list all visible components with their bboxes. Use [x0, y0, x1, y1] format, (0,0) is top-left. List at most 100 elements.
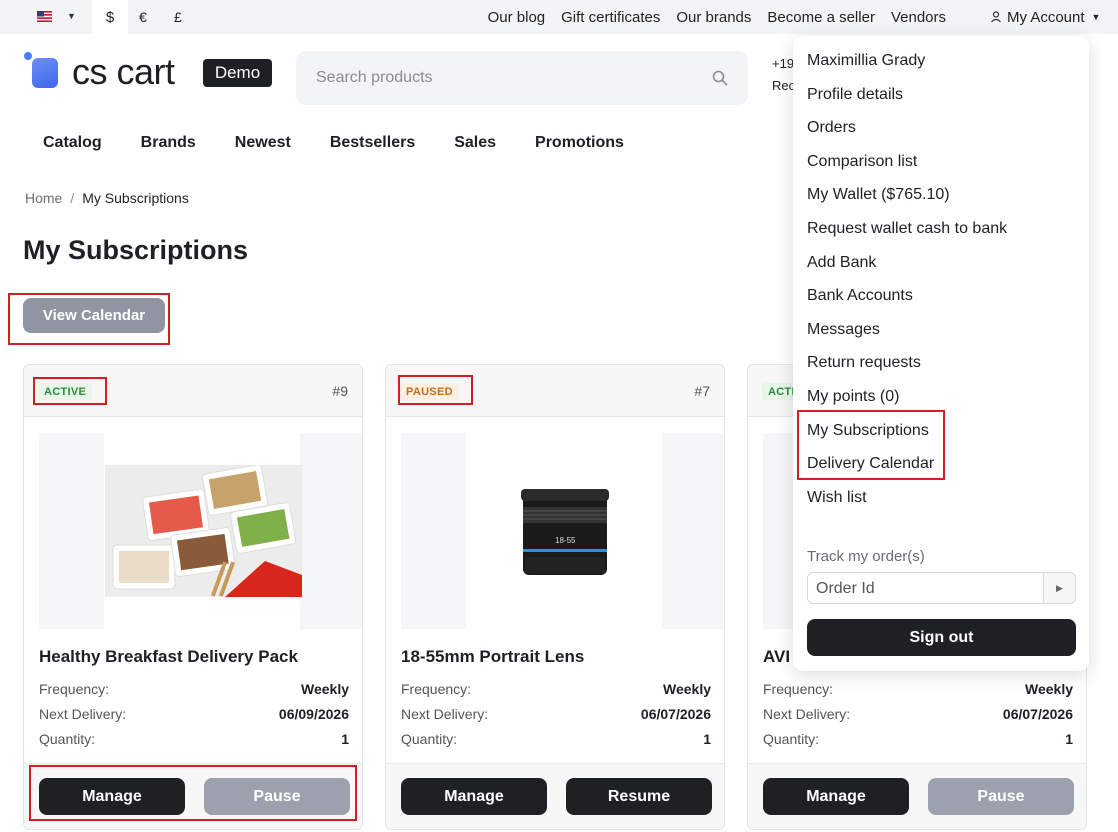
nav-promotions[interactable]: Promotions [535, 134, 624, 152]
card-actions: Manage Pause [24, 763, 362, 829]
subscription-number: #9 [332, 383, 348, 399]
menu-user-name: Maximillia Grady [807, 52, 926, 69]
image-frame-right [300, 433, 362, 629]
menu-return-requests[interactable]: Return requests [807, 354, 921, 372]
my-account-button[interactable]: My Account ▼ [990, 0, 1100, 34]
logo-dot [24, 52, 32, 60]
user-icon [991, 11, 1001, 23]
next-delivery-value: 06/07/2026 [1002, 706, 1073, 722]
search-icon[interactable] [712, 70, 728, 86]
menu-my-subscriptions[interactable]: My Subscriptions [807, 422, 929, 440]
demo-badge: Demo [203, 59, 272, 87]
card-actions: Manage Resume [386, 763, 724, 829]
menu-request-wallet-cash[interactable]: Request wallet cash to bank [807, 220, 1007, 238]
menu-my-points[interactable]: My points (0) [807, 388, 899, 406]
quantity-value: 1 [1065, 731, 1073, 747]
menu-comparison-list[interactable]: Comparison list [807, 153, 917, 171]
link-become-seller[interactable]: Become a seller [767, 9, 875, 26]
image-frame-left [401, 433, 466, 629]
svg-text:18-55: 18-55 [555, 536, 576, 545]
my-account-label: My Account [1007, 8, 1085, 26]
image-frame-left [39, 433, 104, 629]
menu-bank-accounts[interactable]: Bank Accounts [807, 287, 913, 305]
frequency-row: Frequency: Weekly [763, 681, 1073, 697]
menu-my-wallet[interactable]: My Wallet ($765.10) [807, 186, 950, 204]
frequency-label: Frequency: [401, 681, 472, 697]
product-image: 18-55 [401, 433, 724, 629]
next-delivery-value: 06/07/2026 [640, 706, 711, 722]
breadcrumb-current: My Subscriptions [82, 190, 189, 206]
next-delivery-value: 06/09/2026 [278, 706, 349, 722]
subscription-number: #7 [694, 383, 710, 399]
card-header: PAUSED #7 [386, 365, 724, 417]
sign-out-button[interactable]: Sign out [807, 619, 1076, 656]
breadcrumb-separator: / [70, 190, 75, 206]
account-dropdown: Maximillia Grady Profile details Orders … [793, 36, 1089, 671]
product-name[interactable]: Healthy Breakfast Delivery Pack [39, 647, 298, 667]
language-caret-icon[interactable]: ▼ [67, 11, 76, 21]
product-name[interactable]: 18-55mm Portrait Lens [401, 647, 584, 667]
next-delivery-label: Next Delivery: [763, 706, 851, 722]
frequency-value: Weekly [1025, 681, 1073, 697]
request-call-link[interactable]: Rec [772, 78, 795, 93]
frequency-value: Weekly [301, 681, 349, 697]
manage-button[interactable]: Manage [401, 778, 547, 815]
menu-wish-list[interactable]: Wish list [807, 489, 867, 507]
nav-bestsellers[interactable]: Bestsellers [330, 134, 415, 152]
next-delivery-row: Next Delivery: 06/07/2026 [401, 706, 711, 722]
card-header: ACTIVE #9 [24, 365, 362, 417]
currency-usd[interactable]: $ [92, 0, 128, 34]
chevron-right-icon[interactable]: ▶ [1043, 573, 1075, 603]
quantity-label: Quantity: [39, 731, 96, 747]
main-nav: Catalog Brands Newest Bestsellers Sales … [43, 134, 663, 152]
manage-button[interactable]: Manage [763, 778, 909, 815]
link-gift-certificates[interactable]: Gift certificates [561, 9, 660, 26]
next-delivery-row: Next Delivery: 06/07/2026 [763, 706, 1073, 722]
quantity-value: 1 [341, 731, 349, 747]
quantity-label: Quantity: [401, 731, 458, 747]
resume-button[interactable]: Resume [566, 778, 712, 815]
menu-messages[interactable]: Messages [807, 321, 880, 339]
manage-button[interactable]: Manage [39, 778, 185, 815]
currency-eur[interactable]: € [139, 0, 147, 34]
breadcrumb-home[interactable]: Home [25, 190, 62, 206]
pause-button[interactable]: Pause [928, 778, 1074, 815]
nav-catalog[interactable]: Catalog [43, 134, 102, 152]
currency-gbp[interactable]: £ [174, 0, 182, 34]
nav-sales[interactable]: Sales [454, 134, 496, 152]
link-our-blog[interactable]: Our blog [488, 9, 546, 26]
next-delivery-label: Next Delivery: [39, 706, 127, 722]
quantity-row: Quantity: 1 [39, 731, 349, 747]
logo[interactable]: cs cart Demo [24, 52, 274, 92]
pause-button[interactable]: Pause [204, 778, 350, 815]
menu-add-bank[interactable]: Add Bank [807, 254, 876, 272]
logo-text: cs cart [72, 51, 175, 92]
frequency-row: Frequency: Weekly [401, 681, 711, 697]
view-calendar-button[interactable]: View Calendar [23, 298, 165, 333]
status-badge: PAUSED [400, 383, 459, 400]
menu-delivery-calendar[interactable]: Delivery Calendar [807, 455, 934, 473]
menu-profile-details[interactable]: Profile details [807, 86, 903, 104]
quantity-row: Quantity: 1 [763, 731, 1073, 747]
menu-orders[interactable]: Orders [807, 119, 856, 137]
product-image [39, 433, 362, 629]
order-id-input[interactable] [816, 579, 1036, 599]
link-our-brands[interactable]: Our brands [676, 9, 751, 26]
us-flag-icon[interactable] [37, 11, 52, 22]
nav-brands[interactable]: Brands [141, 134, 196, 152]
track-orders-label: Track my order(s) [807, 548, 925, 565]
top-bar: ▼ $ € £ Our blog Gift certificates Our b… [0, 0, 1118, 34]
phone-number[interactable]: +19 [772, 56, 794, 71]
frequency-row: Frequency: Weekly [39, 681, 349, 697]
link-vendors[interactable]: Vendors [891, 9, 946, 26]
subscription-card: ACTIVE #9 Healthy Breakfast Delivery Pac… [23, 364, 363, 830]
nav-newest[interactable]: Newest [235, 134, 291, 152]
product-name[interactable]: AVI [763, 647, 790, 667]
camera-lens-image: 18-55 [521, 489, 609, 575]
search-bar [296, 51, 748, 105]
quantity-value: 1 [703, 731, 711, 747]
breadcrumb: Home / My Subscriptions [25, 190, 189, 206]
status-badge: ACTIVE [38, 383, 93, 400]
next-delivery-label: Next Delivery: [401, 706, 489, 722]
search-input[interactable] [316, 67, 696, 89]
